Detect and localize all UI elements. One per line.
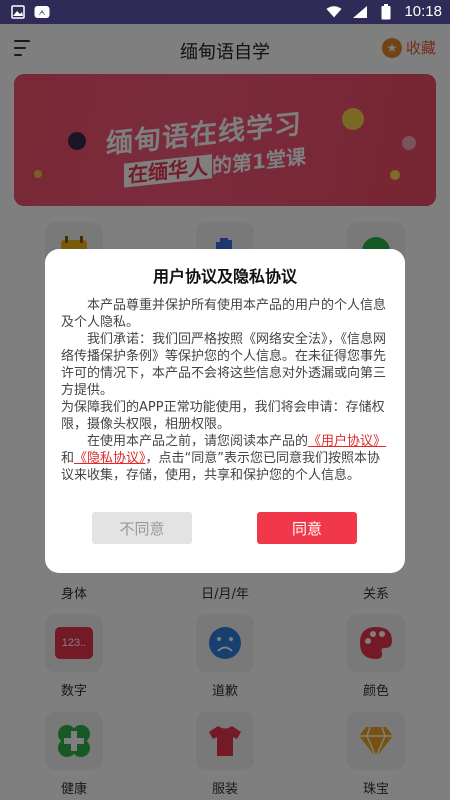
privacy-policy-link[interactable]: 《隐私协议》: [74, 451, 146, 466]
dialog-paragraph-3: 为保障我们的APP正常功能使用，我们将会申请：存储权限，摄像头权限，相册权限。: [61, 400, 385, 432]
dialog-p4-and: 和: [61, 451, 75, 466]
dialog-paragraph-1: 本产品尊重并保护所有使用本产品的用户的个人信息及个人隐私。: [61, 298, 387, 330]
game-controller-icon: ᗅ: [34, 4, 50, 20]
dialog-body: 本产品尊重并保护所有使用本产品的用户的个人信息及个人隐私。 我们承诺：我们回严格…: [61, 297, 389, 484]
agree-button[interactable]: 同意: [257, 512, 357, 544]
signal-icon: [352, 4, 368, 20]
status-bar: ᗅ 10:18: [0, 0, 450, 24]
dialog-title: 用户协议及隐私协议: [152, 267, 297, 286]
status-time: 10:18: [404, 3, 442, 20]
dialog-paragraph-2: 我们承诺：我们回严格按照《网络安全法》，《信息网络传播保护条例》等保护您的个人信…: [61, 332, 387, 398]
privacy-dialog: 用户协议及隐私协议 本产品尊重并保护所有使用本产品的用户的个人信息及个人隐私。 …: [45, 249, 405, 573]
svg-text:ᗅ: ᗅ: [39, 9, 46, 17]
user-agreement-link[interactable]: 《用户协议》: [308, 434, 386, 449]
battery-icon: [378, 3, 394, 20]
dialog-paragraph-4: 在使用本产品之前，请您阅读本产品的《用户协议》和《隐私协议》，点击“同意”表示您…: [61, 433, 389, 484]
disagree-button[interactable]: 不同意: [92, 512, 192, 544]
gallery-icon: [10, 4, 26, 20]
dialog-p4-start: 在使用本产品之前，请您阅读本产品的: [87, 434, 309, 449]
wifi-icon: [326, 4, 343, 20]
